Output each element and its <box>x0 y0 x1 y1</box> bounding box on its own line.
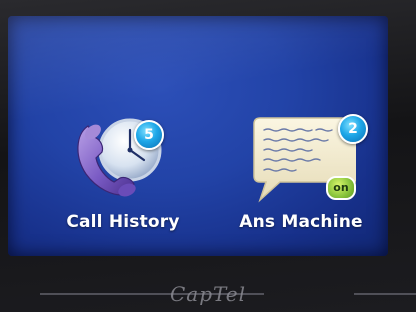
call-count-badge: 5 <box>134 120 164 150</box>
device-photo: 5 Call History 2 on Ans Machine CapTel <box>0 0 416 312</box>
ans-machine-button[interactable]: 2 on Ans Machine <box>226 104 376 256</box>
message-count-badge: 2 <box>338 114 368 144</box>
on-status-badge: on <box>326 176 356 200</box>
brand-logo: CapTel <box>169 282 247 306</box>
call-history-label: Call History <box>66 212 180 232</box>
call-history-button[interactable]: 5 Call History <box>48 104 198 256</box>
phone-clock-icon <box>68 104 178 204</box>
home-screen: 5 Call History 2 on Ans Machine <box>8 16 388 256</box>
ans-machine-label: Ans Machine <box>239 212 363 232</box>
